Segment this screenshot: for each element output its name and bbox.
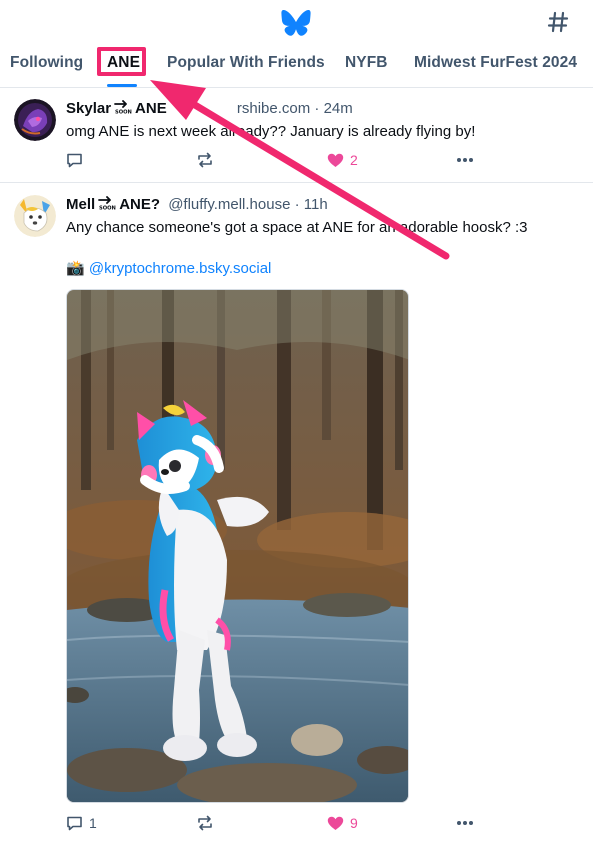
more-icon — [457, 821, 473, 825]
like-count: 2 — [350, 152, 358, 168]
repost-button[interactable] — [196, 150, 220, 170]
post-credit-line: 📸 @kryptochrome.bsky.social — [66, 259, 271, 277]
post-image[interactable] — [66, 289, 409, 803]
post-header: Skylar SOON ANE rshibe.com · 24m — [66, 100, 353, 117]
heart-icon — [327, 153, 344, 167]
tab-nyfb[interactable]: NYFB — [345, 54, 388, 72]
repost-icon — [198, 152, 212, 168]
repost-icon — [198, 815, 212, 831]
soon-arrow-icon: SOON — [98, 196, 116, 210]
like-button[interactable]: 2 — [327, 150, 358, 170]
hash-icon[interactable] — [547, 10, 569, 34]
like-button[interactable]: 9 — [327, 813, 358, 833]
camera-icon: 📸 — [66, 260, 85, 277]
soon-arrow-icon: SOON — [114, 100, 132, 114]
feed-tabs: Following ANE Popular With Friends NYFB … — [0, 44, 593, 88]
tab-popular-with-friends[interactable]: Popular With Friends — [167, 54, 325, 72]
svg-text:SOON: SOON — [99, 206, 116, 211]
tab-highlight-box — [97, 47, 146, 76]
avatar[interactable] — [14, 195, 56, 237]
feed-post[interactable]: Mell SOON ANE? @fluffy.mell.house · 11h An… — [0, 183, 593, 842]
author-name[interactable]: Mell — [66, 196, 95, 213]
more-icon — [457, 158, 473, 162]
repost-button[interactable] — [196, 813, 220, 833]
more-options-button[interactable] — [456, 813, 474, 833]
tab-midwest-furfest-2024[interactable]: Midwest FurFest 2024 — [414, 54, 577, 72]
tab-following[interactable]: Following — [10, 54, 83, 72]
post-actions: 1 9 — [66, 813, 486, 833]
reply-icon — [67, 816, 82, 831]
like-count: 9 — [350, 815, 358, 831]
author-name-suffix[interactable]: ANE — [135, 100, 167, 117]
author-name-suffix[interactable]: ANE? — [119, 196, 160, 213]
reply-icon — [67, 153, 82, 168]
author-name[interactable]: Skylar — [66, 100, 111, 117]
mention-link[interactable]: @kryptochrome.bsky.social — [89, 260, 272, 277]
author-handle[interactable]: rshibe.com · 24m — [237, 100, 353, 117]
post-actions: 2 — [66, 150, 486, 170]
heart-icon — [327, 816, 344, 830]
author-handle[interactable]: @fluffy.mell.house · 11h — [168, 196, 327, 213]
butterfly-icon[interactable] — [281, 10, 311, 36]
reply-count: 1 — [89, 815, 97, 831]
avatar[interactable] — [14, 99, 56, 141]
active-tab-indicator — [107, 84, 137, 87]
feed-post[interactable]: Skylar SOON ANE rshibe.com · 24m omg ANE i… — [0, 88, 593, 183]
post-text: omg ANE is next week already?? January i… — [66, 123, 476, 140]
svg-text:SOON: SOON — [115, 110, 132, 115]
post-text: Any chance someone's got a space at ANE … — [66, 219, 528, 236]
more-options-button[interactable] — [456, 150, 474, 170]
post-header: Mell SOON ANE? @fluffy.mell.house · 11h — [66, 196, 328, 213]
reply-button[interactable] — [66, 150, 89, 170]
reply-button[interactable]: 1 — [66, 813, 97, 833]
top-bar — [0, 0, 593, 44]
